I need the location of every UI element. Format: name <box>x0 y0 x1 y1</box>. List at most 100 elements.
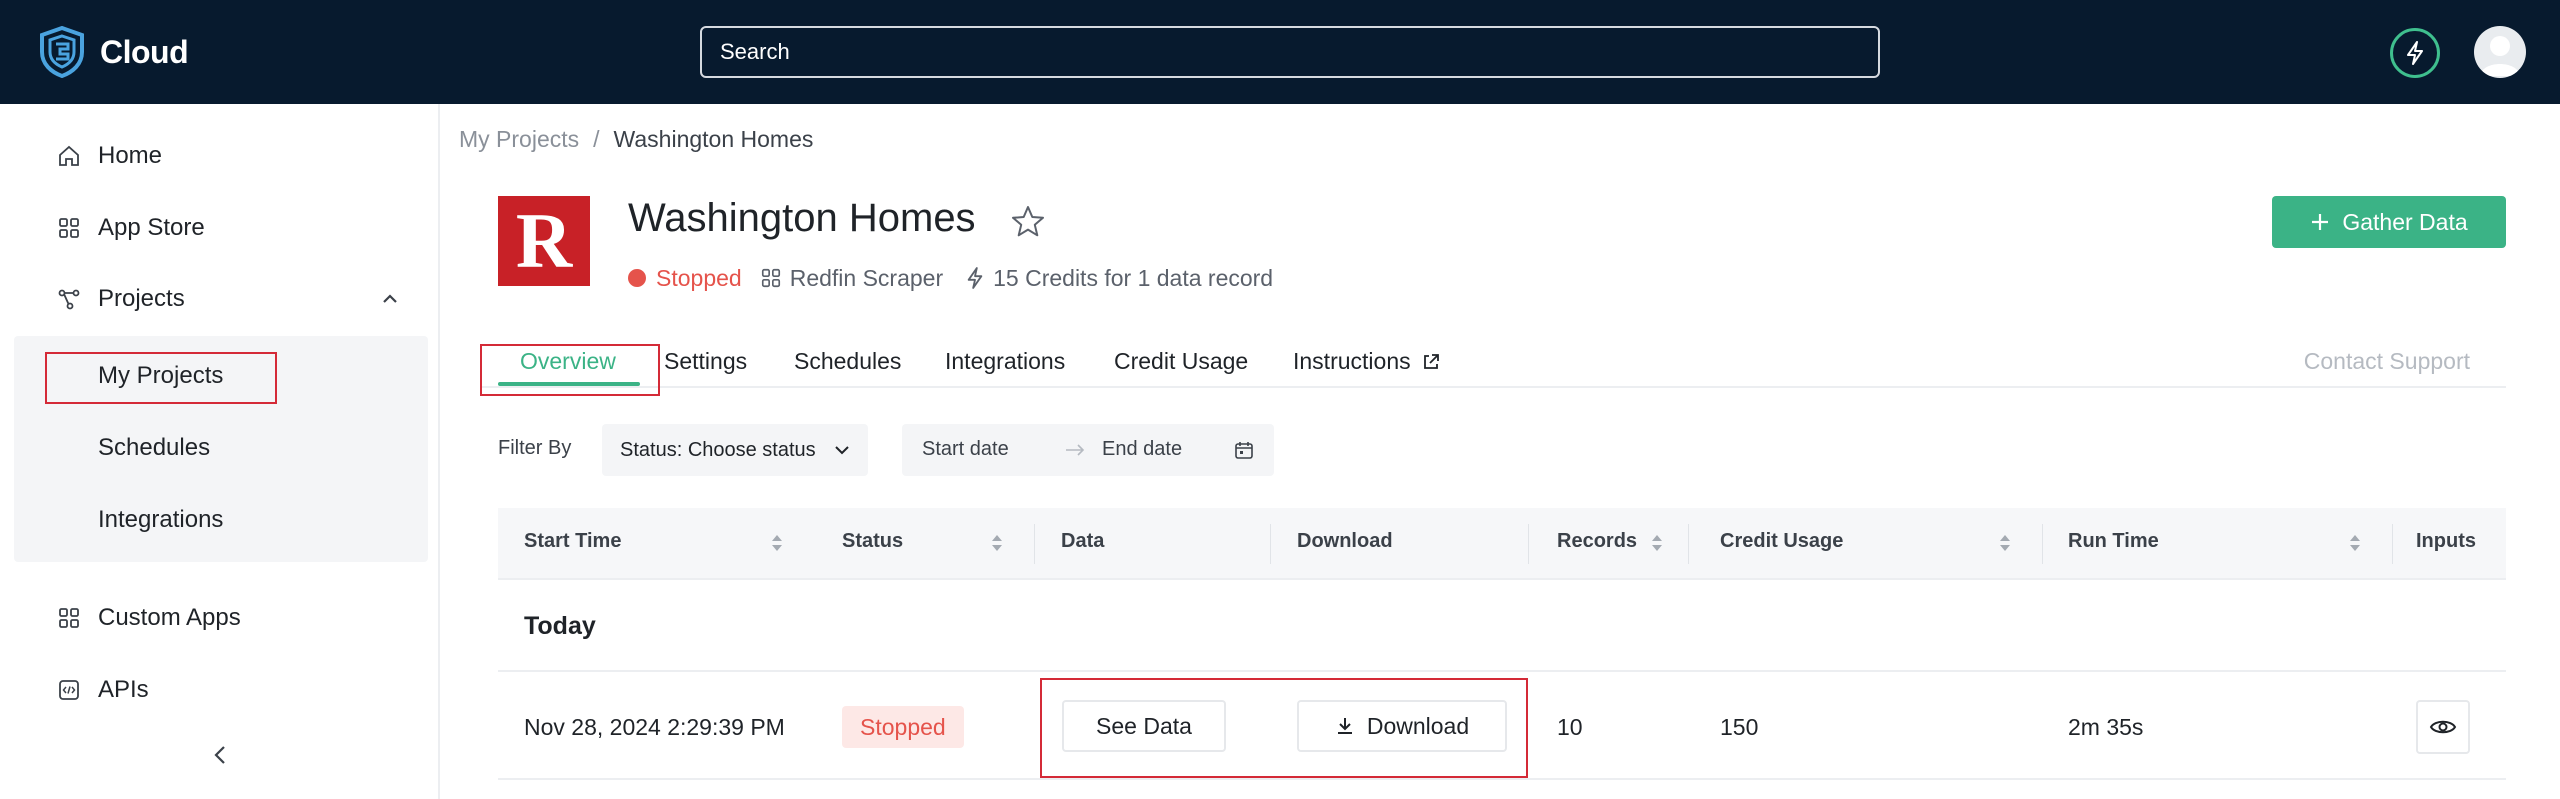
col-data: Data <box>1061 530 1105 552</box>
code-icon <box>56 677 82 703</box>
eye-icon <box>2429 720 2457 734</box>
view-inputs-button[interactable] <box>2416 700 2470 754</box>
column-divider <box>1528 524 1529 564</box>
start-date-input[interactable]: Start date <box>922 438 1009 461</box>
sidebar-item-integrations[interactable]: Integrations <box>98 506 223 534</box>
status-select-value: Status: Choose status <box>620 438 816 461</box>
bolt-icon <box>965 266 985 290</box>
see-data-label: See Data <box>1096 712 1192 739</box>
sidebar-item-app-store[interactable]: App Store <box>56 208 205 248</box>
search-input[interactable]: Search <box>700 26 1880 78</box>
date-range-picker[interactable]: Start date End date <box>902 424 1274 476</box>
cell-records: 10 <box>1557 714 1583 740</box>
arrow-right-icon <box>1066 444 1085 456</box>
home-icon <box>56 143 82 169</box>
col-status[interactable]: Status <box>842 530 903 553</box>
sidebar-item-home[interactable]: Home <box>56 136 162 176</box>
col-start-time[interactable]: Start Time <box>524 530 621 553</box>
column-divider <box>2392 524 2393 564</box>
sort-icon[interactable] <box>1650 532 1664 554</box>
sidebar-item-custom-apps[interactable]: Custom Apps <box>56 598 241 638</box>
breadcrumb-root[interactable]: My Projects <box>459 126 579 153</box>
download-icon <box>1337 718 1352 734</box>
top-bar: Cloud Search <box>0 0 2560 104</box>
tab-schedules[interactable]: Schedules <box>794 348 901 375</box>
star-icon[interactable] <box>1010 204 1046 240</box>
status-dot-icon <box>628 269 646 287</box>
sidebar-item-label: App Store <box>98 214 205 241</box>
col-credit-usage[interactable]: Credit Usage <box>1720 530 1843 553</box>
apps-grid-icon <box>56 605 82 631</box>
sidebar-item-schedules[interactable]: Schedules <box>98 434 210 462</box>
sidebar: Home App Store Projects My Projects Sche… <box>0 104 440 799</box>
breadcrumb-current: Washington Homes <box>613 126 814 152</box>
gather-data-button[interactable]: Gather Data <box>2272 196 2506 248</box>
table-row: Nov 28, 2024 2:29:39 PM Stopped See Data… <box>498 674 2506 780</box>
bolt-icon <box>2407 41 2423 65</box>
sidebar-item-label: APIs <box>98 676 149 703</box>
group-label: Today <box>524 612 596 640</box>
project-logo: R <box>498 196 590 286</box>
status-badge: Stopped <box>842 706 964 748</box>
column-divider <box>1034 524 1035 564</box>
column-divider <box>1270 524 1271 564</box>
bolt-button[interactable] <box>2390 28 2440 78</box>
sidebar-item-projects[interactable]: Projects <box>56 279 400 319</box>
apps-grid-icon <box>760 267 782 289</box>
download-label: Download <box>1366 712 1470 739</box>
sidebar-item-apis[interactable]: APIs <box>56 670 149 710</box>
chevron-up-icon[interactable] <box>380 289 400 309</box>
contact-support-link[interactable]: Contact Support <box>2304 348 2470 375</box>
cell-run-time: 2m 35s <box>2068 714 2144 740</box>
user-avatar[interactable] <box>2474 26 2526 78</box>
avatar-icon <box>2480 36 2520 76</box>
projects-icon <box>56 286 82 312</box>
tab-instructions[interactable]: Instructions <box>1293 348 1441 375</box>
projects-subnav: My Projects Schedules Integrations <box>14 336 428 562</box>
sidebar-item-label: Home <box>98 142 163 169</box>
tab-credit-usage[interactable]: Credit Usage <box>1114 348 1248 375</box>
brand-shield-logo <box>40 26 84 78</box>
status-select[interactable]: Status: Choose status <box>602 424 868 476</box>
breadcrumb: My Projects / Washington Homes <box>459 126 813 153</box>
sidebar-item-label: Projects <box>98 285 185 312</box>
sort-icon[interactable] <box>990 532 1004 554</box>
plus-icon <box>2312 214 2329 230</box>
download-button[interactable]: Download <box>1297 700 1507 752</box>
breadcrumb-separator: / <box>593 126 600 152</box>
cell-credit-usage: 150 <box>1720 714 1759 740</box>
see-data-button[interactable]: See Data <box>1062 700 1226 752</box>
project-meta: Stopped Redfin Scraper 15 Credits for 1 … <box>628 262 1273 294</box>
column-divider <box>2042 524 2043 564</box>
page-title: Washington Homes <box>628 196 976 240</box>
search-placeholder: Search <box>720 39 790 64</box>
table-group-row: Today <box>498 582 2506 672</box>
apps-grid-icon <box>56 215 82 241</box>
project-status: Stopped <box>656 264 742 291</box>
sort-icon[interactable] <box>1998 532 2012 554</box>
external-link-icon <box>1423 353 1439 369</box>
gather-data-label: Gather Data <box>2342 208 2468 235</box>
active-tab-indicator <box>498 382 640 386</box>
tab-settings[interactable]: Settings <box>664 348 747 375</box>
col-download: Download <box>1297 530 1393 552</box>
end-date-input[interactable]: End date <box>1102 438 1182 461</box>
table-header: Start Time Status Data Download Records … <box>498 508 2506 580</box>
tab-integrations[interactable]: Integrations <box>945 348 1065 375</box>
cell-start-time: Nov 28, 2024 2:29:39 PM <box>524 714 785 740</box>
col-records[interactable]: Records <box>1557 530 1637 553</box>
sort-icon[interactable] <box>2348 532 2362 554</box>
col-run-time[interactable]: Run Time <box>2068 530 2159 553</box>
brand[interactable]: Cloud <box>38 26 189 78</box>
tab-bar: Overview Settings Schedules Integrations… <box>480 338 2506 388</box>
chevron-down-icon <box>835 446 849 455</box>
tab-instructions-label: Instructions <box>1293 348 1411 374</box>
brand-name: Cloud <box>100 33 189 70</box>
sidebar-item-label: Custom Apps <box>98 604 241 631</box>
filter-label: Filter By <box>498 437 572 459</box>
tab-overview[interactable]: Overview <box>520 348 616 375</box>
calendar-icon <box>1235 442 1253 459</box>
sort-icon[interactable] <box>770 532 784 554</box>
collapse-sidebar-icon[interactable] <box>208 740 232 770</box>
sidebar-item-my-projects[interactable]: My Projects <box>98 362 223 390</box>
